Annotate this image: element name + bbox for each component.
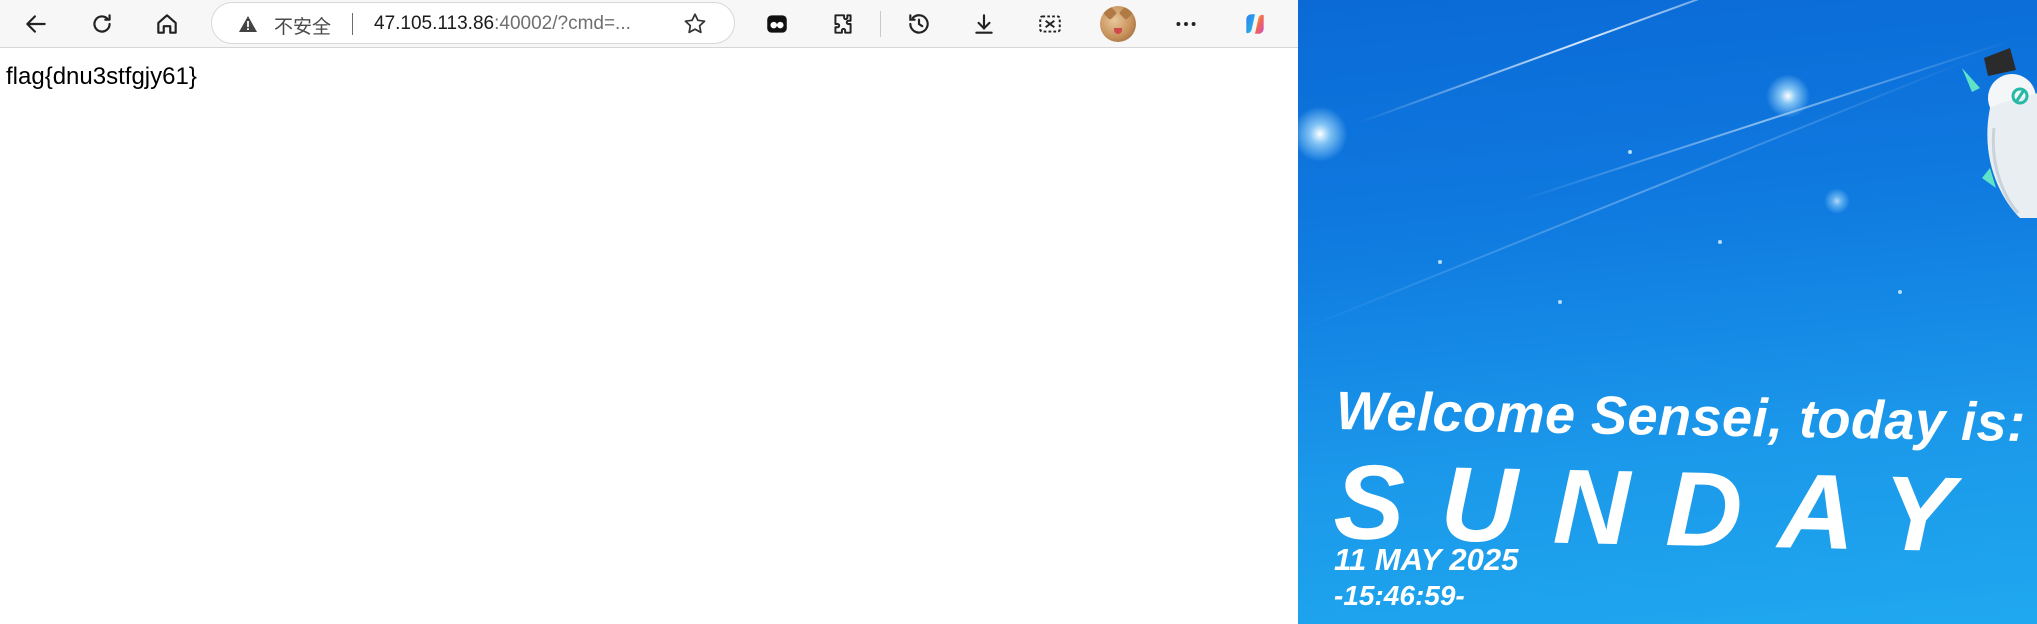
tab-manager-button[interactable] <box>757 4 797 44</box>
refresh-icon <box>93 14 111 33</box>
copilot-icon <box>1246 14 1264 34</box>
browser-window: 不安全 47.105.113.86:40002/?cmd=... flag{dn… <box>0 0 1298 624</box>
star-glow <box>1766 74 1810 118</box>
url-rest: :40002/?cmd=... <box>494 13 631 34</box>
star-icon[interactable] <box>682 11 708 37</box>
mascot-character <box>1962 48 2037 218</box>
tab-manager-icon <box>767 15 787 33</box>
warning-icon[interactable] <box>238 14 258 34</box>
avatar-ear <box>1102 6 1118 21</box>
page-content: flag{dnu3stfgjy61} <box>0 49 1298 624</box>
screenshot-icon <box>1039 15 1061 33</box>
history-button[interactable] <box>899 4 939 44</box>
sparkle <box>1898 290 1902 294</box>
star-glow <box>1824 188 1850 214</box>
time-text: -15:46:59- <box>1334 580 1465 611</box>
home-icon <box>157 14 177 34</box>
extensions-button[interactable] <box>823 4 863 44</box>
back-arrow-icon <box>26 15 46 33</box>
address-bar[interactable]: 不安全 47.105.113.86:40002/?cmd=... <box>211 2 735 44</box>
avatar-ear <box>1118 6 1134 21</box>
desktop-wallpaper: Welcome Sensei, today is: SUNDAY 11 MAY … <box>1298 0 2037 624</box>
star-glow <box>1298 106 1348 162</box>
sparkle <box>1718 240 1722 244</box>
sparkle <box>1628 150 1632 154</box>
security-label[interactable]: 不安全 <box>274 12 331 39</box>
greeting-text: Welcome Sensei, today is: <box>1335 381 2027 454</box>
refresh-button[interactable] <box>82 4 122 44</box>
sparkle <box>1558 300 1562 304</box>
sparkle <box>1438 260 1442 264</box>
extensions-puzzle-icon <box>834 14 852 34</box>
home-button[interactable] <box>147 4 187 44</box>
light-streak <box>1517 39 2013 202</box>
more-button[interactable] <box>1166 4 1206 44</box>
more-icon <box>1176 22 1196 26</box>
browser-toolbar: 不安全 47.105.113.86:40002/?cmd=... <box>0 0 1298 48</box>
url-text[interactable]: 47.105.113.86:40002/?cmd=... <box>374 13 631 35</box>
light-streak <box>1357 0 1810 124</box>
history-icon <box>909 14 929 34</box>
download-icon <box>975 14 993 34</box>
copilot-button[interactable] <box>1235 4 1275 44</box>
date-text: 11 MAY 2025 <box>1334 542 1519 577</box>
back-button[interactable] <box>16 4 56 44</box>
profile-avatar[interactable] <box>1100 6 1136 42</box>
screenshot-button[interactable] <box>1030 4 1070 44</box>
flag-text: flag{dnu3stfgjy61} <box>6 63 197 90</box>
url-host: 47.105.113.86 <box>374 13 495 34</box>
avatar-mouth <box>1114 28 1122 34</box>
download-button[interactable] <box>964 4 1004 44</box>
address-divider <box>352 13 353 35</box>
light-streak <box>1298 52 1985 332</box>
toolbar-separator <box>880 11 881 37</box>
